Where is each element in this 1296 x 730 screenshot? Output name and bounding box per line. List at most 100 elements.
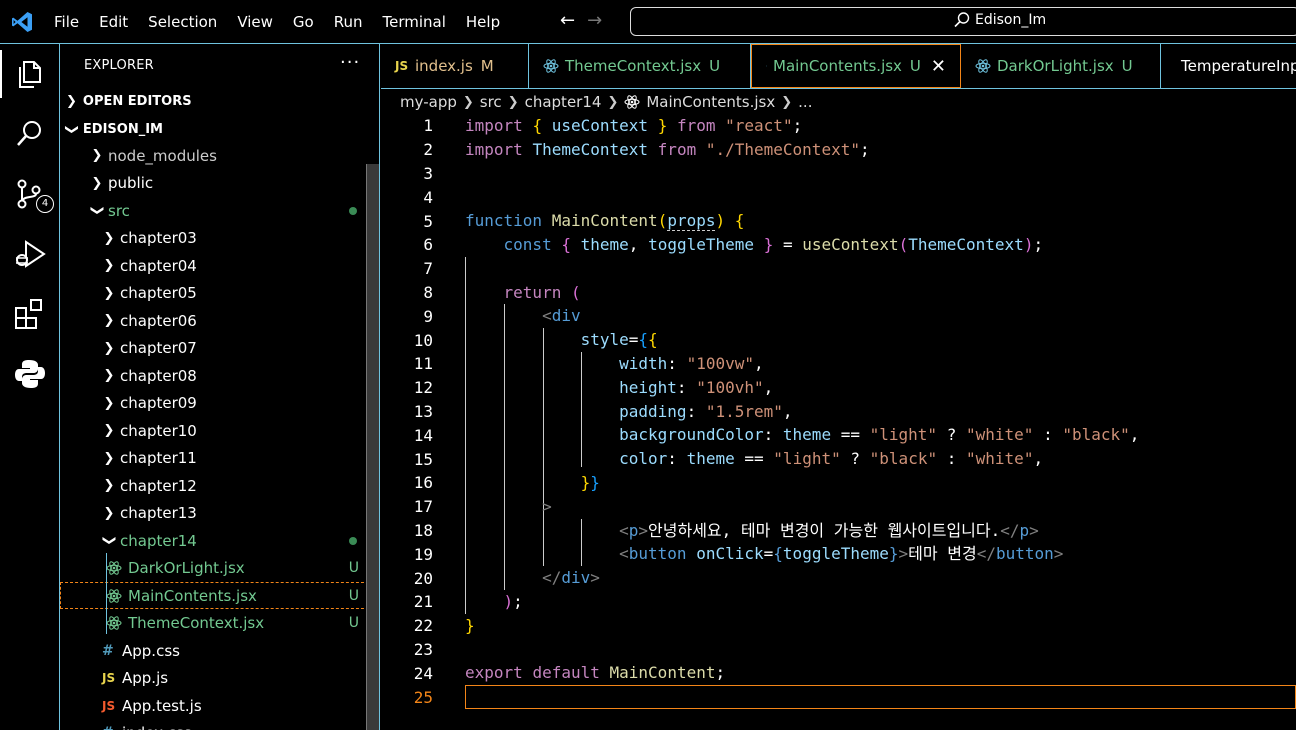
- tree-folder[interactable]: ❯ chapter14: [60, 527, 379, 554]
- code-token: "100vw": [686, 354, 755, 373]
- tree-item-label: App.test.js: [122, 696, 202, 715]
- tree-folder[interactable]: ❯ chapter08: [60, 362, 379, 389]
- explorer-icon[interactable]: [0, 50, 48, 98]
- chevron-right-icon: ❯: [66, 94, 77, 109]
- code-line: 5 function MainContent(props) {: [381, 209, 1296, 233]
- code-token: ?: [946, 425, 957, 445]
- back-arrow-icon[interactable]: ←: [560, 10, 575, 32]
- code-token: ,: [1033, 449, 1044, 469]
- code-token: button: [628, 544, 687, 564]
- code-token: {: [561, 235, 571, 254]
- editor-tab[interactable]: JS index.js M: [381, 44, 529, 88]
- js-file-icon: JS: [395, 59, 409, 73]
- menu-run[interactable]: Run: [324, 0, 373, 44]
- more-actions-icon[interactable]: ···: [340, 52, 360, 73]
- editor-tab[interactable]: MainContents.jsx U ✕: [751, 44, 961, 88]
- tree-item-label: chapter11: [120, 449, 197, 467]
- code-token: ==: [744, 449, 764, 469]
- code-line: 16 }}: [381, 471, 1296, 495]
- code-token: "light": [773, 449, 841, 469]
- tree-folder[interactable]: ❯ src: [60, 197, 379, 224]
- react-icon: [975, 59, 991, 73]
- vscode-logo-icon[interactable]: [10, 10, 34, 34]
- code-line: 2 import ThemeContext from "./ThemeConte…: [381, 138, 1296, 162]
- tree-item-label: chapter05: [120, 284, 197, 302]
- tree-folder[interactable]: ❯ chapter12: [60, 472, 379, 499]
- menu-help[interactable]: Help: [456, 0, 510, 44]
- forward-arrow-icon[interactable]: →: [587, 10, 602, 32]
- git-status-badge: U: [348, 587, 359, 604]
- editor-tab[interactable]: TemperatureInput.jsx: [1161, 44, 1296, 88]
- tree-folder[interactable]: ❯ chapter07: [60, 335, 379, 362]
- modified-dot: [349, 536, 357, 545]
- tree-file[interactable]: ThemeContext.jsx U: [60, 610, 379, 637]
- tree-item-label: chapter14: [120, 531, 197, 550]
- code-token: }: [580, 473, 591, 492]
- tree-folder[interactable]: ❯ chapter13: [60, 500, 379, 527]
- workspace-root-label: EDISON_IM: [82, 122, 163, 137]
- source-control-icon[interactable]: 4: [12, 176, 54, 213]
- sidebar-scrollbar[interactable]: [366, 164, 379, 730]
- breadcrumb-symbols[interactable]: ...: [798, 93, 812, 111]
- code-token: ThemeContext: [908, 235, 1024, 254]
- code-token: onClick: [696, 544, 764, 564]
- breadcrumb-src[interactable]: src: [480, 93, 502, 111]
- tree-file[interactable]: JS App.test.js: [60, 692, 379, 719]
- chevron-right-icon: ❯: [103, 258, 115, 273]
- menu-terminal[interactable]: Terminal: [373, 0, 456, 44]
- tree-folder[interactable]: ❯ public: [60, 170, 379, 197]
- open-editors-section[interactable]: ❯ OPEN EDITORS: [66, 94, 192, 109]
- tree-folder[interactable]: ❯ chapter03: [60, 225, 379, 252]
- line-number: 25: [413, 687, 433, 707]
- code-token: >: [590, 568, 600, 588]
- python-icon[interactable]: [12, 356, 48, 392]
- menu-view[interactable]: View: [227, 0, 283, 44]
- menu-file[interactable]: File: [44, 0, 89, 44]
- editor-tab[interactable]: DarkOrLight.jsx U: [961, 44, 1161, 88]
- search-view-icon[interactable]: [12, 116, 48, 152]
- code-token: (: [657, 211, 668, 231]
- menu-go[interactable]: Go: [283, 0, 324, 44]
- tree-file[interactable]: MainContents.jsx U: [60, 582, 379, 609]
- tree-folder[interactable]: ❯ chapter04: [60, 252, 379, 279]
- code-token: :: [1043, 425, 1053, 445]
- code-token: ,: [763, 377, 774, 397]
- tree-folder[interactable]: ❯ chapter05: [60, 280, 379, 307]
- code-token: <: [619, 544, 629, 564]
- search-text: Edison_Im: [975, 12, 1047, 28]
- tree-file[interactable]: DarkOrLight.jsx U: [60, 555, 379, 582]
- tree-file[interactable]: # App.css: [60, 637, 379, 664]
- tree-file[interactable]: #index.css: [60, 720, 379, 730]
- close-icon[interactable]: ✕: [931, 56, 946, 77]
- chevron-right-icon: ❯: [103, 395, 115, 411]
- breadcrumb-my-app[interactable]: my-app: [400, 93, 457, 111]
- code-token: >: [1029, 520, 1039, 540]
- chevron-right-icon: ❯: [103, 423, 115, 438]
- run-debug-icon[interactable]: [12, 236, 48, 272]
- editor-tab[interactable]: ThemeContext.jsx U: [529, 44, 751, 88]
- workspace-root[interactable]: ❯ EDISON_IM: [64, 122, 163, 137]
- breadcrumb-file[interactable]: MainContents.jsx: [646, 93, 775, 111]
- code-token: div: [561, 568, 591, 588]
- menu-edit[interactable]: Edit: [89, 0, 138, 44]
- code-token: button: [995, 544, 1054, 564]
- tree-file[interactable]: JS App.js: [60, 665, 379, 692]
- menu-selection[interactable]: Selection: [138, 0, 227, 44]
- tree-folder[interactable]: ❯ chapter09: [60, 390, 379, 417]
- tree-folder[interactable]: ❯ chapter06: [60, 307, 379, 334]
- code-editor[interactable]: 1 import { useContext } from "react"; 2 …: [381, 114, 1296, 730]
- tree-item-label: MainContents.jsx: [128, 586, 257, 605]
- tab-label: ThemeContext.jsx: [565, 57, 702, 75]
- code-token: "light": [869, 425, 938, 445]
- breadcrumb-chapter14[interactable]: chapter14: [525, 93, 602, 111]
- extensions-icon[interactable]: [12, 296, 48, 332]
- test-file-icon: JS: [102, 698, 116, 713]
- tree-folder[interactable]: ❯ chapter11: [60, 445, 379, 472]
- tab-label: MainContents.jsx: [773, 57, 902, 75]
- tree-folder[interactable]: ❯ chapter10: [60, 417, 379, 444]
- code-token: ;: [792, 116, 803, 135]
- code-token: color: [619, 449, 668, 469]
- command-center-search[interactable]: Edison_Im: [630, 7, 1296, 36]
- tree-folder[interactable]: ❯ node_modules: [60, 142, 379, 169]
- code-line: 9 <div: [381, 304, 1296, 328]
